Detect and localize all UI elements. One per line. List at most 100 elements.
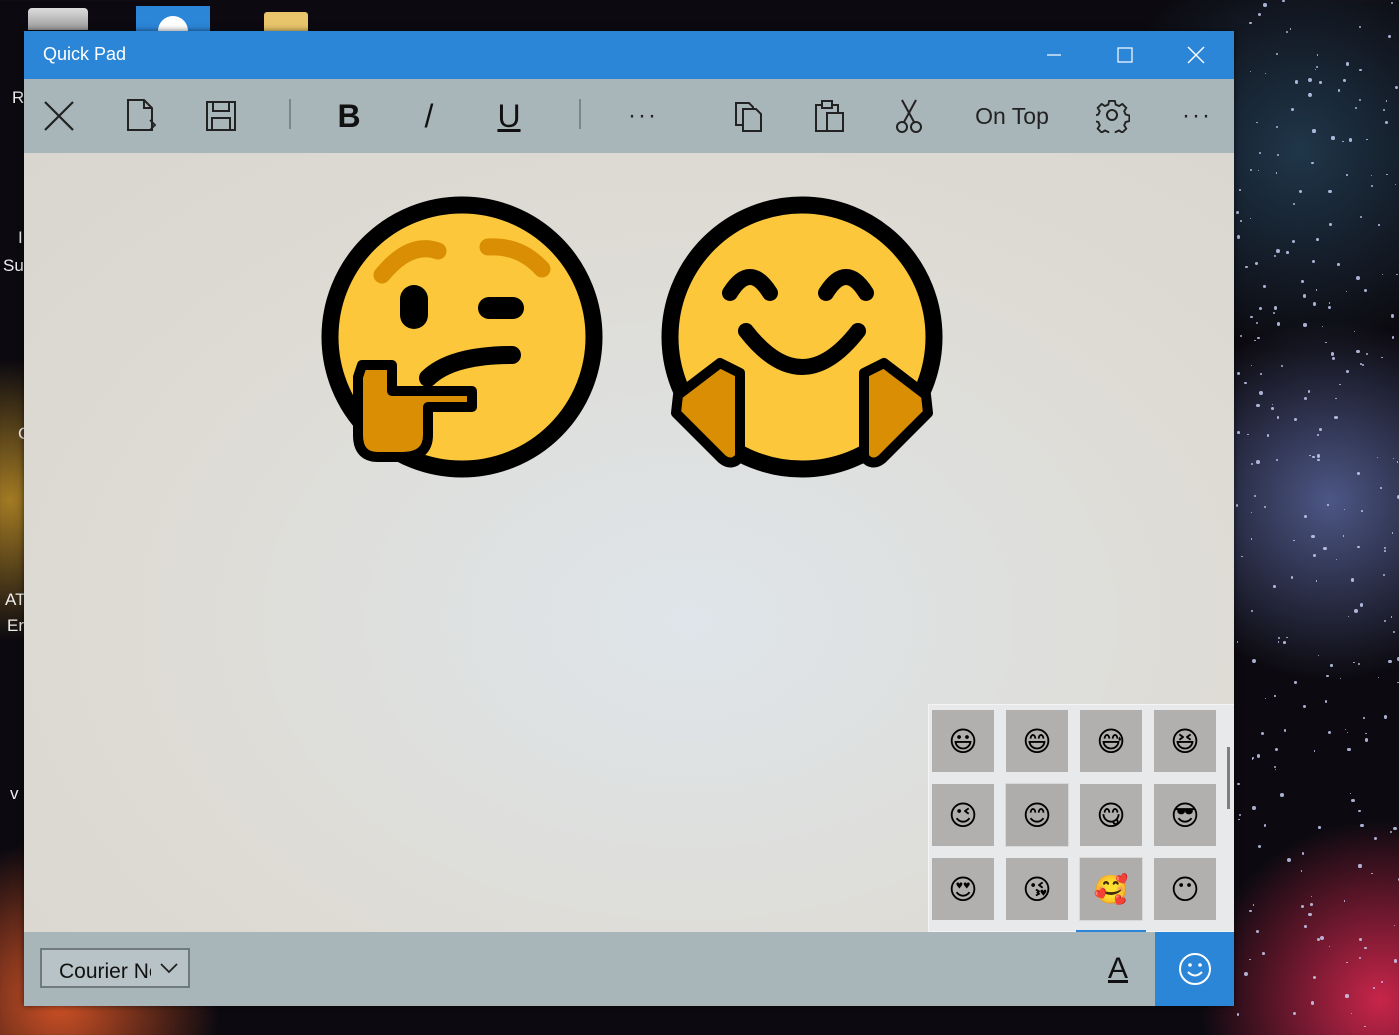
star-speck	[1354, 608, 1358, 613]
star-speck	[1396, 461, 1399, 463]
star-speck	[1392, 532, 1394, 534]
italic-button[interactable]: /	[406, 79, 452, 153]
star-speck	[1237, 782, 1240, 786]
emoji-button[interactable]	[1155, 932, 1234, 1006]
star-speck	[1283, 729, 1287, 732]
star-speck	[1325, 341, 1327, 344]
star-speck	[1275, 172, 1277, 174]
star-speck	[1264, 697, 1267, 700]
star-speck	[1364, 946, 1367, 950]
star-speck	[1258, 170, 1260, 172]
star-speck	[1356, 276, 1361, 280]
emoji-cell[interactable]: 😋	[1080, 784, 1142, 846]
star-speck	[1294, 417, 1298, 421]
star-speck	[1337, 89, 1340, 92]
minimize-button[interactable]	[1019, 31, 1089, 79]
star-speck	[1277, 636, 1280, 640]
folder-icon[interactable]	[264, 12, 308, 31]
star-speck	[1343, 79, 1346, 82]
face-without-mouth-icon: 😶	[1170, 872, 1200, 906]
copy-button[interactable]	[726, 79, 772, 153]
star-speck	[1338, 383, 1341, 386]
emoji-cell[interactable]: 😄	[1006, 710, 1068, 772]
more-label: ···	[1182, 102, 1212, 129]
star-speck	[1300, 280, 1304, 284]
star-speck	[1286, 251, 1289, 254]
emoji-cell[interactable]: 😅	[1080, 710, 1142, 772]
emoji-cell[interactable]: 😃	[932, 710, 994, 772]
star-speck	[1307, 92, 1312, 97]
app-desktop-icon[interactable]	[136, 6, 210, 46]
more-button[interactable]: ···	[1174, 79, 1220, 153]
star-speck	[1327, 504, 1329, 506]
quick-pad-window: Quick Pad B / U ··· On Top ··· 😃 😄 😅 😆 😉…	[24, 31, 1234, 1006]
star-speck	[1312, 129, 1316, 133]
star-speck	[1322, 546, 1327, 551]
star-speck	[1365, 353, 1369, 356]
star-speck	[1300, 904, 1304, 909]
star-speck	[1385, 100, 1388, 102]
emoji-cell-selected[interactable]: 😊	[1005, 783, 1069, 847]
emoji-cell[interactable]: 😍	[932, 858, 994, 920]
star-speck	[1251, 757, 1254, 760]
star-speck	[1327, 305, 1331, 310]
cut-button[interactable]	[886, 79, 932, 153]
star-speck	[1261, 952, 1265, 956]
emoji-cell[interactable]: 😉	[932, 784, 994, 846]
star-speck	[1372, 987, 1376, 990]
recycle-bin-icon[interactable]	[28, 8, 88, 30]
maximize-button[interactable]	[1090, 31, 1160, 79]
emoji-cell[interactable]: 😎	[1154, 784, 1216, 846]
title-bar[interactable]: Quick Pad	[24, 31, 1234, 79]
emoji-picker-scrollbar[interactable]	[1227, 747, 1230, 809]
star-speck	[1380, 356, 1383, 359]
underline-label: U	[497, 97, 521, 134]
bold-button[interactable]: B	[324, 79, 374, 153]
star-speck	[1346, 747, 1351, 752]
paste-button[interactable]	[806, 79, 852, 153]
star-speck	[1394, 85, 1398, 90]
settings-button[interactable]	[1090, 79, 1136, 153]
emoji-cell[interactable]: 🥰	[1079, 857, 1143, 921]
new-file-button[interactable]	[118, 79, 164, 153]
star-speck	[1337, 263, 1340, 266]
close-file-button[interactable]	[36, 79, 82, 153]
star-speck	[1275, 458, 1279, 462]
font-selector[interactable]: Courier New	[40, 948, 190, 988]
star-speck	[1249, 168, 1253, 172]
star-speck	[1287, 857, 1292, 862]
grinning-face-big-eyes-icon: 😃	[948, 724, 978, 758]
close-button[interactable]	[1161, 31, 1231, 79]
star-speck	[1274, 769, 1276, 771]
emoji-cell[interactable]: 😘	[1006, 858, 1068, 920]
save-button[interactable]	[198, 79, 244, 153]
underline-button[interactable]: U	[486, 79, 532, 153]
star-speck	[1244, 381, 1247, 385]
star-speck	[1317, 654, 1320, 657]
star-speck	[1301, 852, 1305, 855]
star-speck	[1238, 189, 1241, 191]
star-speck	[1312, 302, 1317, 307]
emoji-cell[interactable]: 😶	[1154, 858, 1216, 920]
emoji-cell[interactable]: 😆	[1154, 710, 1216, 772]
star-speck	[1364, 732, 1367, 735]
star-speck	[1289, 28, 1292, 30]
star-speck	[1311, 162, 1314, 165]
star-speck	[1327, 730, 1331, 734]
star-speck	[1315, 66, 1318, 69]
emoji-picker[interactable]: 😃 😄 😅 😆 😉 😊 😋 😎 😍 😘 🥰 😶	[928, 704, 1234, 932]
star-speck	[1332, 357, 1336, 361]
star-speck	[1351, 1013, 1353, 1015]
star-speck	[1394, 183, 1397, 186]
font-color-button[interactable]: A	[1082, 932, 1154, 1006]
star-speck	[1385, 121, 1389, 125]
smiling-face-sunglasses-icon: 😎	[1170, 798, 1200, 832]
more-format-button[interactable]: ···	[620, 79, 666, 153]
on-top-button[interactable]: On Top	[964, 79, 1060, 153]
star-speck	[1339, 677, 1342, 680]
star-speck	[1255, 930, 1259, 934]
star-speck	[1273, 765, 1276, 768]
star-speck	[1238, 813, 1241, 816]
star-speck	[1276, 322, 1281, 327]
star-speck	[1345, 290, 1347, 293]
